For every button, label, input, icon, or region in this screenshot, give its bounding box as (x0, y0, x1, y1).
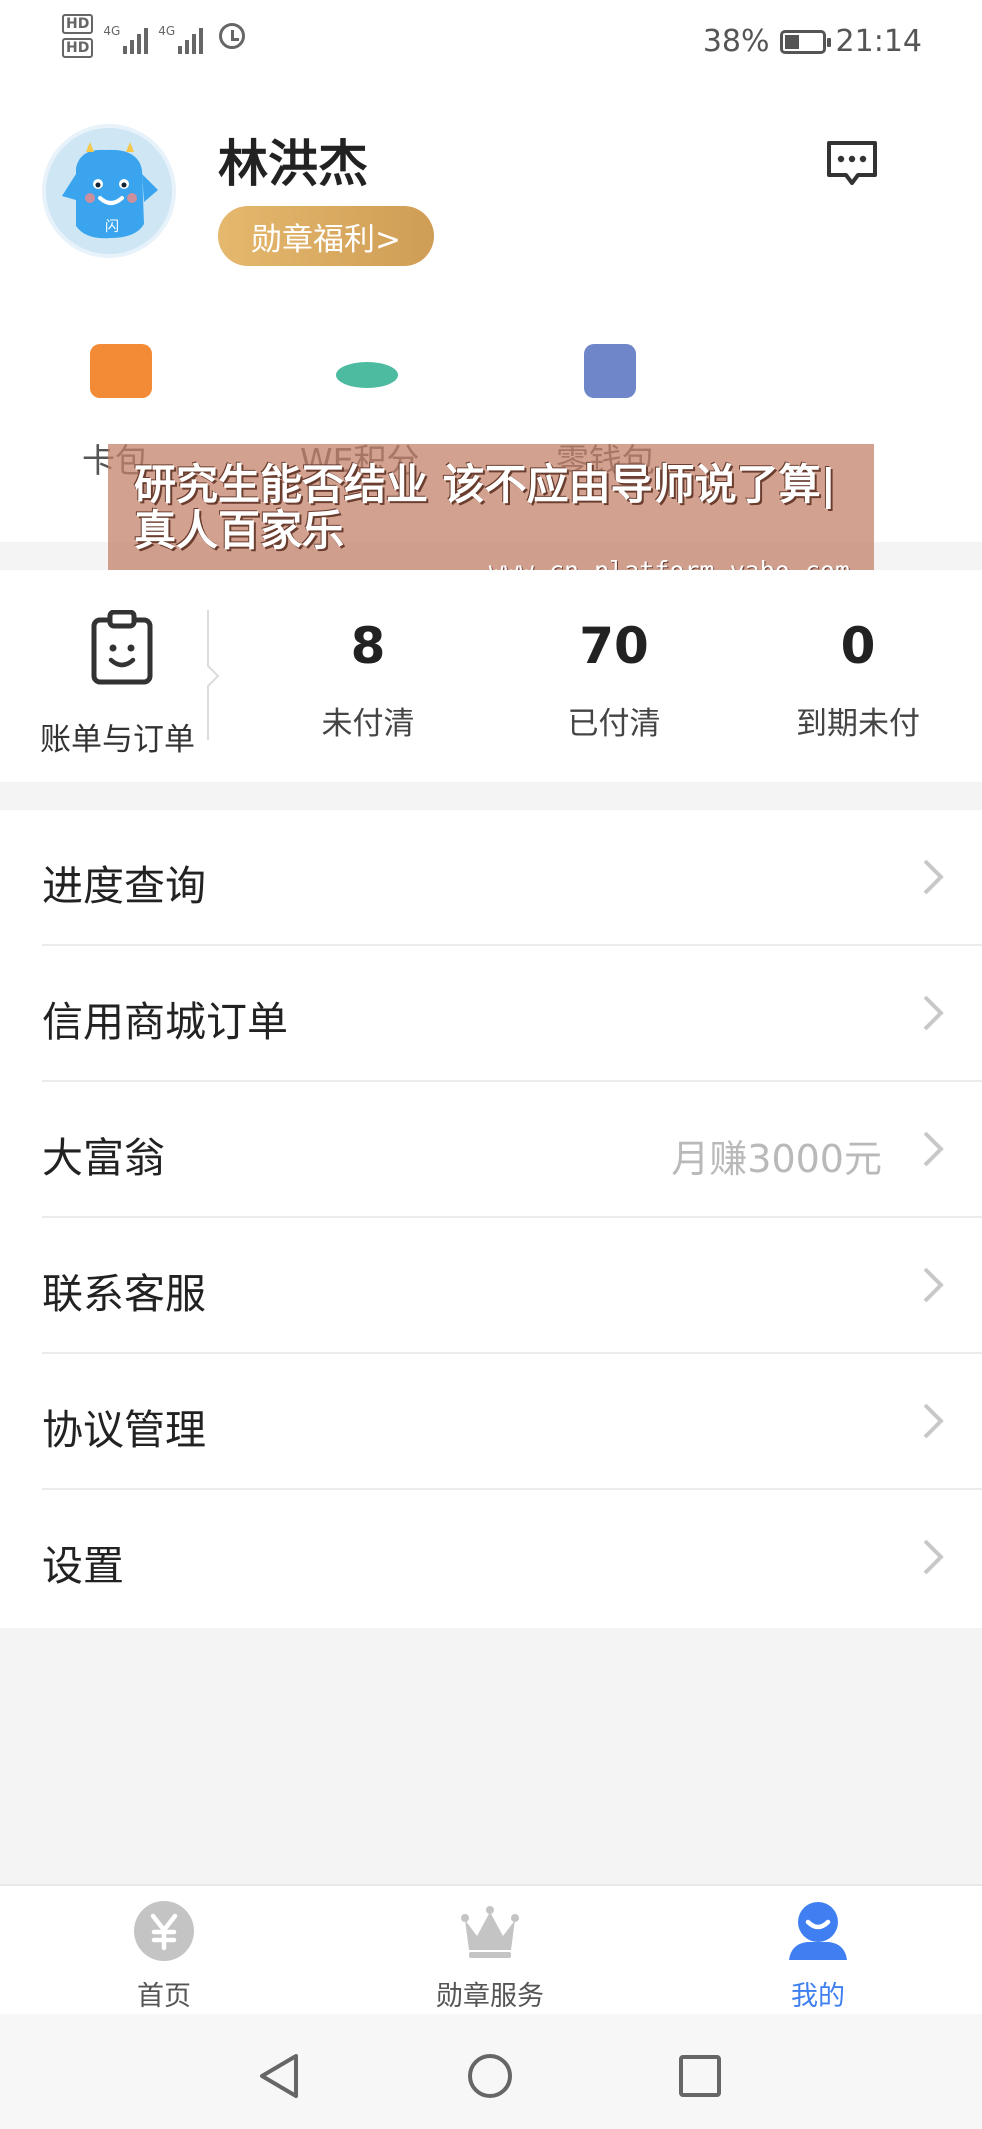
back-triangle-icon[interactable] (256, 2052, 302, 2100)
menu-item-customer-service[interactable]: 联系客服 (0, 1218, 982, 1354)
stat-overdue[interactable]: 0 到期未付 (758, 618, 958, 743)
mascot-icon: 闪 (46, 128, 172, 254)
bill-summary-card: 账单与订单 8 未付清 70 已付清 0 到期未付 (0, 570, 982, 782)
hd2-indicator: HD (62, 38, 94, 58)
profile-icon (789, 1902, 847, 1960)
stat-unpaid-label: 未付清 (321, 706, 415, 742)
crown-icon (461, 1906, 519, 1958)
chevron-right-icon (923, 1131, 944, 1167)
chevron-right-icon (923, 1403, 944, 1439)
yen-icon (134, 1901, 194, 1961)
signal-2-icon: 4G (158, 18, 204, 54)
hd1-indicator: HD (62, 14, 94, 34)
svg-text:闪: 闪 (105, 219, 119, 235)
card-wallet-icon (90, 344, 152, 398)
tab-home[interactable]: 首页 (64, 1900, 264, 2013)
recents-square-icon[interactable] (678, 2054, 722, 2098)
banner-title: 研究生能否结业 该不应由导师说了算|真人百家乐 (134, 460, 836, 555)
avatar[interactable]: 闪 (42, 124, 176, 258)
tab-mine[interactable]: 我的 (718, 1900, 918, 2013)
stat-unpaid-value: 8 (350, 617, 386, 675)
bottom-tab-bar: 首页 勋章服务 我的 (0, 1884, 982, 2014)
menu-list: 进度查询 信用商城订单 大富翁 月赚3000元 联系客服 协议管理 设置 (0, 810, 982, 1628)
stat-paid-label: 已付清 (567, 706, 661, 742)
message-button[interactable] (824, 136, 880, 192)
profile-header: 闪 林洪杰 勋章福利> 卡包 WE积分 零钱包 研究生能否结业 该不应由导师说了… (0, 84, 982, 606)
medal-benefits-button[interactable]: 勋章福利> (218, 206, 434, 266)
menu-item-progress-query[interactable]: 进度查询 (0, 810, 982, 946)
chevron-right-icon (923, 1539, 944, 1575)
username: 林洪杰 (218, 135, 368, 193)
bill-clipboard-icon (91, 610, 153, 685)
tab-medal-service[interactable]: 勋章服务 (390, 1900, 590, 2013)
points-icon (336, 362, 398, 388)
chevron-right-icon (923, 859, 944, 895)
stat-unpaid[interactable]: 8 未付清 (268, 618, 468, 743)
clock: 21:14 (835, 24, 922, 59)
signal-1-icon: 4G (103, 18, 149, 54)
stat-paid[interactable]: 70 已付清 (514, 618, 714, 743)
menu-item-settings[interactable]: 设置 (0, 1490, 982, 1626)
battery-percent: 38% (702, 24, 770, 59)
battery-icon (779, 29, 831, 54)
menu-item-agreements[interactable]: 协议管理 (0, 1354, 982, 1490)
chevron-right-icon (923, 1267, 944, 1303)
status-bar: HD HD 4G 4G 38% 21:14 (0, 0, 982, 84)
bills-orders-link[interactable]: 账单与订单 (40, 714, 195, 759)
divider-arrow-icon (207, 610, 220, 740)
chat-bubble-icon (827, 141, 877, 185)
menu-item-mall-orders[interactable]: 信用商城订单 (0, 946, 982, 1082)
alarm-icon (219, 23, 246, 49)
monopoly-promo-text: 月赚3000元 (671, 1137, 882, 1181)
stat-paid-value: 70 (579, 617, 649, 675)
chevron-right-icon (923, 995, 944, 1031)
system-nav-bar (0, 2014, 982, 2129)
menu-item-monopoly[interactable]: 大富翁 月赚3000元 (0, 1082, 982, 1218)
change-wallet-icon (584, 344, 636, 398)
home-circle-icon[interactable] (466, 2052, 514, 2100)
stat-overdue-label: 到期未付 (796, 706, 920, 742)
stat-overdue-value: 0 (840, 617, 876, 675)
